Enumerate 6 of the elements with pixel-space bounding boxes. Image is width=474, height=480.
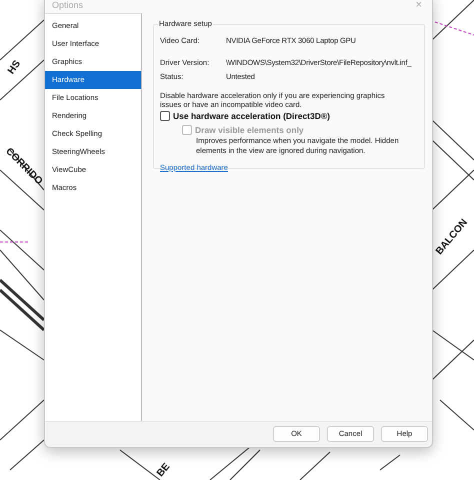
room-label: HS [6,58,23,76]
room-label: BE [155,461,172,480]
checkbox-label: Use hardware acceleration (Direct3D®) [173,111,330,121]
window-title: Options [52,0,84,10]
checkbox-label: Draw visible elements only [195,125,304,135]
checkbox[interactable] [160,111,170,121]
